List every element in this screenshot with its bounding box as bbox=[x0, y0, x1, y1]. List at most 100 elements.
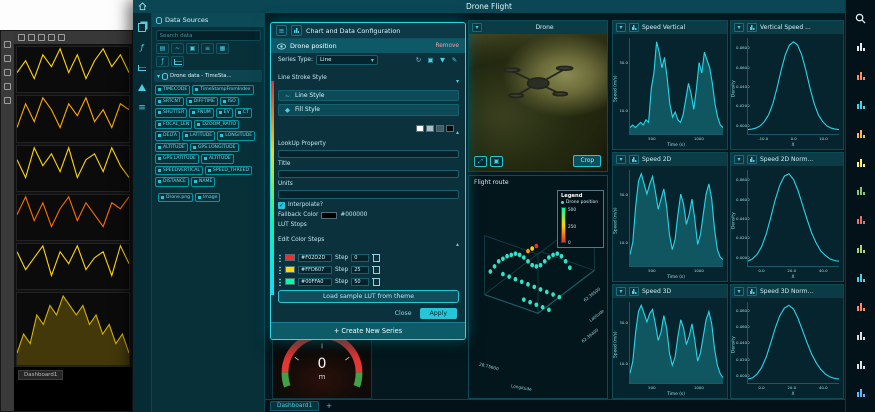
search-icon[interactable] bbox=[853, 11, 868, 25]
field-chip[interactable]: SRTCNT bbox=[155, 97, 184, 107]
drag-handle-icon[interactable] bbox=[278, 266, 282, 274]
field-chip[interactable]: ALTITUDE bbox=[201, 154, 234, 164]
chart-type-icon[interactable] bbox=[747, 287, 757, 296]
chart-type-icon[interactable] bbox=[629, 23, 639, 32]
line-stroke-row[interactable]: Line Stroke Style bbox=[278, 68, 459, 87]
cursor-icon[interactable] bbox=[853, 40, 868, 54]
drag-handle-icon[interactable] bbox=[278, 278, 282, 286]
tool-icon[interactable] bbox=[4, 97, 11, 104]
chart-plot[interactable] bbox=[629, 170, 723, 267]
map-icon[interactable] bbox=[853, 242, 868, 256]
tool-icon[interactable] bbox=[4, 69, 11, 76]
line-chart-icon[interactable] bbox=[853, 98, 868, 112]
tool-icon[interactable] bbox=[4, 83, 11, 90]
tool-icon[interactable] bbox=[58, 34, 65, 41]
palette-icon[interactable] bbox=[853, 69, 868, 83]
chart-plot[interactable] bbox=[629, 38, 723, 135]
edit-color-steps-header[interactable]: Edit Color Steps bbox=[278, 231, 459, 250]
file-chip[interactable]: Drone.png bbox=[158, 193, 193, 203]
menu-icon[interactable] bbox=[276, 25, 287, 36]
collapse-icon[interactable]: ▾ bbox=[472, 23, 482, 32]
dashboard-tab[interactable]: Dashboard1 bbox=[270, 401, 319, 411]
tool-button[interactable]: ≡ bbox=[201, 43, 214, 54]
apply-button[interactable]: Apply bbox=[420, 308, 457, 319]
image-chip[interactable]: Image bbox=[195, 193, 220, 203]
step-hex-input[interactable]: #F02D2D bbox=[298, 254, 332, 262]
step-color-swatch[interactable] bbox=[285, 254, 295, 261]
mini-chart[interactable] bbox=[16, 194, 130, 241]
mini-area-chart[interactable] bbox=[16, 292, 130, 366]
add-dashboard-button[interactable]: + bbox=[323, 402, 335, 410]
function-button[interactable]: ƒ bbox=[156, 56, 169, 67]
units-input[interactable] bbox=[278, 190, 459, 198]
collapse-icon[interactable]: ▾ bbox=[616, 23, 626, 32]
title-input[interactable] bbox=[278, 170, 459, 178]
text-label-icon[interactable] bbox=[853, 358, 868, 372]
table-icon[interactable] bbox=[853, 329, 868, 343]
background-dashboard-tab[interactable]: Dashboard1 bbox=[18, 370, 63, 380]
field-chip[interactable]: ISO bbox=[220, 97, 239, 107]
search-input[interactable] bbox=[156, 30, 261, 41]
tree-root-item[interactable]: Drone data - TimeSta... bbox=[154, 70, 262, 82]
chart-plot[interactable] bbox=[747, 170, 839, 267]
fill-style-section[interactable]: ◆ Fill Style bbox=[278, 104, 459, 115]
line-style-section[interactable]: ~ Line Style bbox=[278, 90, 459, 101]
tool-icon[interactable] bbox=[4, 41, 11, 48]
tool-button[interactable]: ▣ bbox=[186, 43, 199, 54]
chart-type-icon[interactable] bbox=[291, 25, 302, 36]
chart-type-icon[interactable] bbox=[747, 155, 757, 164]
field-chip[interactable]: TimeStampFromIndex bbox=[192, 85, 253, 95]
home-icon[interactable] bbox=[138, 2, 147, 11]
chart-plot[interactable] bbox=[629, 302, 723, 384]
field-chip[interactable]: SHUTTER bbox=[155, 108, 187, 118]
field-chip[interactable]: LATITUDE bbox=[182, 131, 215, 141]
tool-button[interactable]: ~ bbox=[171, 43, 184, 54]
field-chip[interactable]: NAME bbox=[191, 177, 215, 187]
step-hex-input[interactable]: #FFD607 bbox=[298, 266, 332, 274]
field-chip[interactable]: FNUM bbox=[189, 108, 213, 118]
fill-preset-swatch[interactable] bbox=[446, 125, 454, 132]
step-value-input[interactable]: 25 bbox=[351, 266, 369, 274]
chart-plot[interactable] bbox=[747, 38, 839, 135]
chevron-up-icon[interactable] bbox=[456, 119, 459, 138]
chart-plot[interactable] bbox=[747, 302, 839, 384]
area-chart-icon[interactable] bbox=[853, 184, 868, 198]
heatmap-icon[interactable] bbox=[853, 300, 868, 314]
fit-image-button[interactable]: ⤢ bbox=[474, 156, 487, 167]
series-type-select[interactable]: Line bbox=[316, 55, 378, 65]
field-chip[interactable]: LONGITUDE bbox=[217, 131, 255, 141]
plot-3d-icon[interactable] bbox=[853, 271, 868, 285]
tool-button[interactable]: ▦ bbox=[216, 43, 229, 54]
step-value-input[interactable]: 0 bbox=[351, 254, 369, 262]
field-chip[interactable]: GPS.LATITUDE bbox=[155, 154, 199, 164]
field-chip[interactable]: DIFFTIME bbox=[186, 97, 218, 107]
edit-icon[interactable]: ✎ bbox=[450, 56, 459, 64]
chart-icon[interactable] bbox=[137, 62, 148, 73]
field-chip[interactable]: DISTANCE bbox=[155, 177, 189, 187]
field-chip[interactable]: DZOOM_RATIO bbox=[194, 120, 239, 130]
collapse-icon[interactable]: ▾ bbox=[734, 23, 744, 32]
collapse-icon[interactable]: ▾ bbox=[734, 287, 744, 296]
interpolate-checkbox[interactable] bbox=[278, 202, 285, 209]
collapse-icon[interactable]: ▾ bbox=[616, 155, 626, 164]
fill-preset-swatch[interactable] bbox=[436, 125, 444, 132]
camera-button[interactable]: ▣ bbox=[490, 156, 503, 167]
tool-icon[interactable] bbox=[28, 34, 35, 41]
field-chip[interactable]: FOCAL_LEN bbox=[155, 120, 192, 130]
collapse-icon[interactable]: ▾ bbox=[616, 287, 626, 296]
refresh-icon[interactable]: ↻ bbox=[414, 56, 423, 64]
fill-preset-swatch[interactable] bbox=[416, 125, 424, 132]
delete-step-icon[interactable] bbox=[372, 253, 380, 262]
field-chip[interactable]: SPEED_THREED bbox=[205, 166, 252, 176]
delete-step-icon[interactable] bbox=[372, 265, 380, 274]
mini-chart[interactable] bbox=[16, 95, 130, 142]
lookup-input[interactable] bbox=[278, 150, 459, 158]
scatter-plot-icon[interactable] bbox=[853, 156, 868, 170]
function-icon[interactable] bbox=[137, 42, 148, 53]
tool-button[interactable]: ▤ bbox=[156, 43, 169, 54]
close-button[interactable]: Close bbox=[395, 310, 412, 317]
field-chip[interactable]: EV bbox=[216, 108, 233, 118]
step-color-swatch[interactable] bbox=[285, 266, 295, 273]
palette-icon[interactable]: ▣ bbox=[426, 56, 435, 64]
background-window[interactable]: Dashboard1 bbox=[0, 30, 133, 412]
